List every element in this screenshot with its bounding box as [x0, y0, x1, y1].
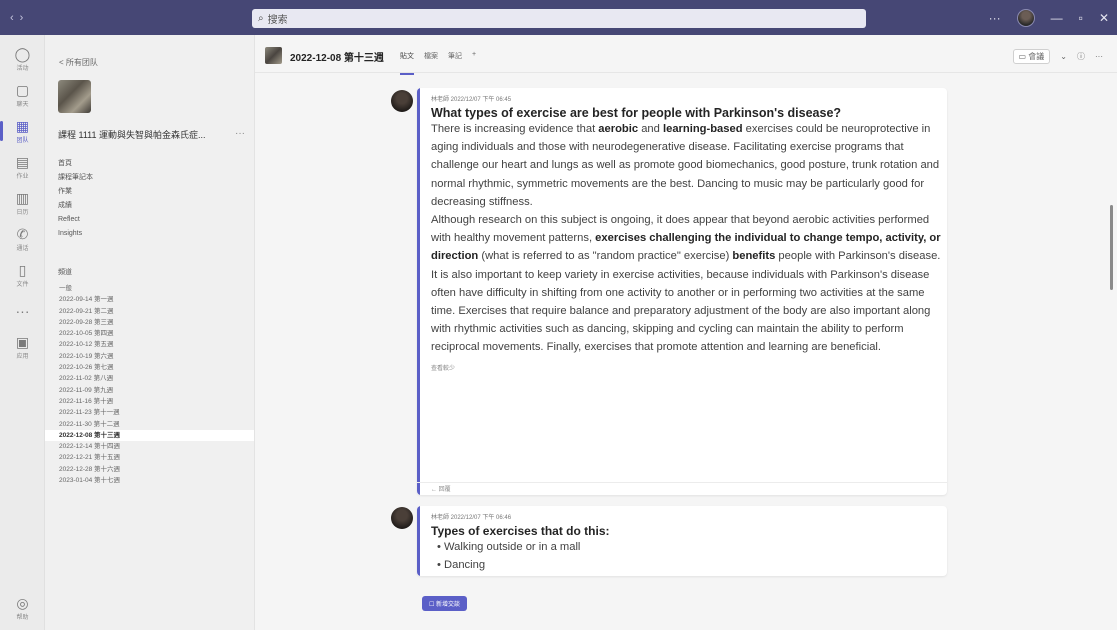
- channel-list: 一般 2022-09-14 第一週 2022-09-21 第二週 2022-09-28…: [45, 283, 254, 486]
- rail-activity[interactable]: ◯ 活动: [0, 41, 45, 77]
- channel-tabs: 貼文 檔案 筆記 +: [400, 51, 476, 75]
- post-accent-bar: [417, 506, 420, 576]
- meet-button[interactable]: ▭ 會議: [1012, 49, 1051, 64]
- message-feed: 林老師 2022/12/07 下午 06:45 What types of ex…: [255, 74, 1117, 630]
- rail-files[interactable]: ▯ 文件: [0, 257, 45, 293]
- minimize-icon[interactable]: —: [1051, 11, 1063, 25]
- back-arrow-icon[interactable]: ‹: [10, 12, 14, 24]
- file-icon: ▯: [18, 261, 27, 278]
- nav-assignments[interactable]: 作業: [58, 185, 93, 199]
- window-controls: ··· — ▫ ✕: [989, 0, 1109, 35]
- calendar-icon: ▥: [15, 189, 30, 206]
- more-options-icon[interactable]: ···: [1095, 52, 1103, 61]
- rail-calendar[interactable]: ▥ 日历: [0, 185, 45, 221]
- user-avatar[interactable]: [1016, 8, 1035, 27]
- tab-posts[interactable]: 貼文: [400, 51, 414, 75]
- help-icon: ◎: [16, 594, 29, 611]
- forward-arrow-icon[interactable]: ›: [20, 12, 24, 24]
- team-nav: 首頁 課程筆記本 作業 成績 Reflect Insights: [58, 157, 93, 241]
- author-avatar: [391, 90, 413, 112]
- exercise-list-item: • Walking outside or in a mall: [437, 541, 581, 553]
- channel-item[interactable]: 2022-11-30 第十二週: [45, 419, 254, 430]
- chat-icon: ▢: [15, 81, 30, 98]
- channel-item[interactable]: 2022-09-14 第一週: [45, 294, 254, 305]
- rail-help[interactable]: ◎ 帮助: [0, 590, 45, 626]
- title-bar: ‹ › ⌕ 搜索 ··· — ▫ ✕: [0, 0, 1117, 35]
- call-icon: ✆: [16, 225, 29, 242]
- tab-files[interactable]: 檔案: [424, 51, 438, 61]
- channel-item[interactable]: 2022-12-08 第十三週: [45, 429, 254, 442]
- rail-assignments[interactable]: ▤ 作业: [0, 149, 45, 185]
- post-accent-bar: [417, 88, 420, 495]
- header-actions: ▭ 會議 ⌄ ⓘ ···: [1012, 49, 1103, 64]
- exercise-list-item: • Dancing: [437, 559, 486, 572]
- teams-icon: ▦: [15, 117, 30, 134]
- nav-reflect[interactable]: Reflect: [58, 213, 93, 227]
- search-icon: ⌕: [258, 13, 264, 24]
- nav-home[interactable]: 首頁: [58, 157, 93, 171]
- reply-link[interactable]: ← 回覆: [431, 484, 451, 493]
- post-title: Types of exercises that do this:: [431, 524, 610, 538]
- post-card: 林老師 2022/12/07 下午 06:45 What types of ex…: [417, 88, 947, 495]
- tab-notes[interactable]: 筆記: [448, 51, 462, 61]
- post-body-paragraph-2: Although research on this subject is ong…: [431, 214, 941, 354]
- nav-insights[interactable]: Insights: [58, 227, 93, 241]
- scrollbar[interactable]: [1110, 205, 1113, 290]
- apps-icon: ▣: [15, 333, 30, 350]
- app-rail: ◯ 活动 ▢ 聊天 ▦ 团队 ▤ 作业 ▥ 日历 ✆ 通话 ▯ 文件 ··· ▣…: [0, 35, 45, 630]
- channel-item[interactable]: 2022-10-26 第七週: [45, 362, 254, 373]
- channel-item[interactable]: 2022-11-16 第十週: [45, 396, 254, 407]
- maximize-icon[interactable]: ▫: [1079, 11, 1083, 25]
- channel-title: 2022-12-08 第十三週: [290, 53, 384, 64]
- add-tab-button[interactable]: +: [472, 51, 476, 61]
- more-icon: ···: [15, 303, 30, 319]
- channel-item[interactable]: 2022-09-21 第二週: [45, 306, 254, 317]
- more-options-icon[interactable]: ···: [989, 11, 1001, 25]
- rail-calls[interactable]: ✆ 通话: [0, 221, 45, 257]
- channel-item[interactable]: 2022-11-23 第十一週: [45, 407, 254, 418]
- rail-chat[interactable]: ▢ 聊天: [0, 77, 45, 113]
- rail-teams[interactable]: ▦ 团队: [0, 113, 45, 149]
- nav-grades[interactable]: 成績: [58, 199, 93, 213]
- assignments-icon: ▤: [15, 153, 30, 170]
- info-icon[interactable]: ⓘ: [1077, 51, 1085, 62]
- post-card: 林老師 2022/12/07 下午 06:46 Types of exercis…: [417, 506, 947, 576]
- post-meta: 林老師 2022/12/07 下午 06:46: [431, 515, 512, 521]
- channel-item[interactable]: 2022-11-09 第九週: [45, 385, 254, 396]
- chevron-down-icon[interactable]: ⌄: [1060, 52, 1067, 61]
- channel-item[interactable]: 2022-12-14 第十四週: [45, 441, 254, 452]
- history-nav: ‹ ›: [10, 0, 23, 35]
- channel-item[interactable]: 2022-12-28 第十六週: [45, 464, 254, 475]
- channel-item[interactable]: 2023-01-04 第十七週: [45, 475, 254, 486]
- channel-item[interactable]: 2022-10-05 第四週: [45, 328, 254, 339]
- nav-notebook[interactable]: 課程筆記本: [58, 171, 93, 185]
- team-image: [58, 80, 91, 113]
- post-meta: 林老師 2022/12/07 下午 06:45: [431, 97, 512, 103]
- bell-icon: ◯: [14, 45, 31, 62]
- author-avatar: [391, 507, 413, 529]
- search-bar[interactable]: ⌕ 搜索: [252, 9, 866, 28]
- team-more-icon[interactable]: ···: [235, 128, 245, 139]
- video-icon: ▭: [1018, 52, 1027, 61]
- channels-header: 頻道: [58, 269, 72, 276]
- post-body-paragraph-1: There is increasing evidence that aerobi…: [431, 123, 940, 208]
- rail-more[interactable]: ···: [0, 293, 45, 329]
- channel-header: 2022-12-08 第十三週 貼文 檔案 筆記 + ▭ 會議 ⌄ ⓘ ···: [255, 35, 1117, 75]
- channel-item[interactable]: 2022-10-19 第六週: [45, 351, 254, 362]
- new-conversation-button[interactable]: ☐ 新增交談: [422, 596, 467, 611]
- all-teams-link[interactable]: < 所有团队: [59, 57, 98, 68]
- post-title: What types of exercise are best for peop…: [431, 106, 842, 120]
- channel-item[interactable]: 2022-10-12 第五週: [45, 339, 254, 350]
- team-name: 課程 1111 運動與失智與帕金森氏症...: [58, 130, 206, 140]
- close-icon[interactable]: ✕: [1099, 11, 1109, 25]
- channel-image: [265, 47, 282, 64]
- channel-item[interactable]: 2022-12-21 第十五週: [45, 452, 254, 463]
- channel-item[interactable]: 一般: [45, 283, 254, 294]
- rail-apps[interactable]: ▣ 应用: [0, 329, 45, 365]
- search-placeholder: 搜索: [267, 15, 288, 26]
- see-less-link[interactable]: 查看較少: [431, 363, 941, 372]
- channel-pane: < 所有团队 課程 1111 運動與失智與帕金森氏症... ··· 首頁 課程筆…: [45, 35, 255, 630]
- channel-item[interactable]: 2022-11-02 第八週: [45, 373, 254, 384]
- channel-item[interactable]: 2022-09-28 第三週: [45, 317, 254, 328]
